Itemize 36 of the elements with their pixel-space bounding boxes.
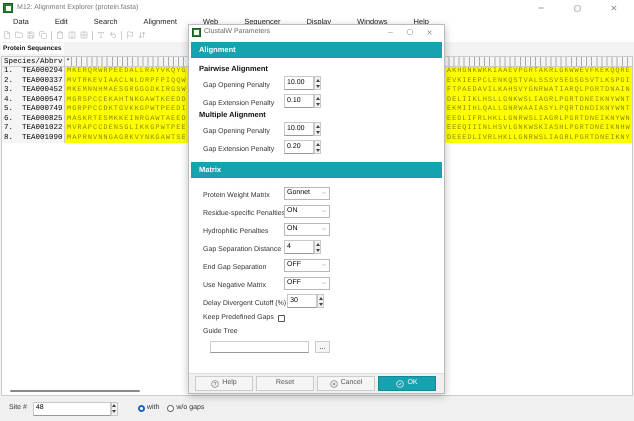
app-logo-icon [192,28,201,36]
radio-button[interactable] [167,405,174,412]
maximize-icon[interactable] [407,29,413,35]
sort-icon[interactable] [138,31,146,39]
file-icon[interactable] [3,31,11,39]
grid-icon[interactable] [80,31,88,39]
copy-icon[interactable] [39,31,47,39]
spinner-arrows-icon[interactable] [314,76,321,90]
chevron-icon [321,262,327,268]
radio-button[interactable] [138,405,145,412]
chevron-icon [321,208,327,214]
checkbox[interactable] [278,314,285,322]
flag-icon[interactable] [126,31,134,39]
chevron-icon [321,226,327,232]
folder-icon[interactable] [15,31,23,39]
spinner-arrows-icon[interactable] [314,94,321,108]
save-icon[interactable] [27,31,35,39]
chevron-icon [321,190,327,196]
close-icon[interactable] [426,28,433,36]
spinner-arrows-icon[interactable] [317,294,324,308]
maximize-icon[interactable] [574,4,581,12]
app-logo-icon [3,3,13,13]
spinner-arrows-icon[interactable] [314,122,321,136]
check-circle-icon [396,380,404,388]
text-icon[interactable] [97,31,105,39]
chevron-icon [321,280,327,286]
scrollbar[interactable] [10,390,140,392]
spinner-arrows-icon[interactable] [314,240,321,254]
question-icon [211,380,220,388]
close-icon[interactable] [610,4,618,12]
columns-icon[interactable] [68,31,76,39]
undo-icon[interactable] [109,31,117,39]
spinner-arrows-icon[interactable] [314,140,321,154]
clipboard-icon[interactable] [56,31,64,39]
file-path-field[interactable] [210,341,309,353]
x-circle-icon [330,380,338,388]
